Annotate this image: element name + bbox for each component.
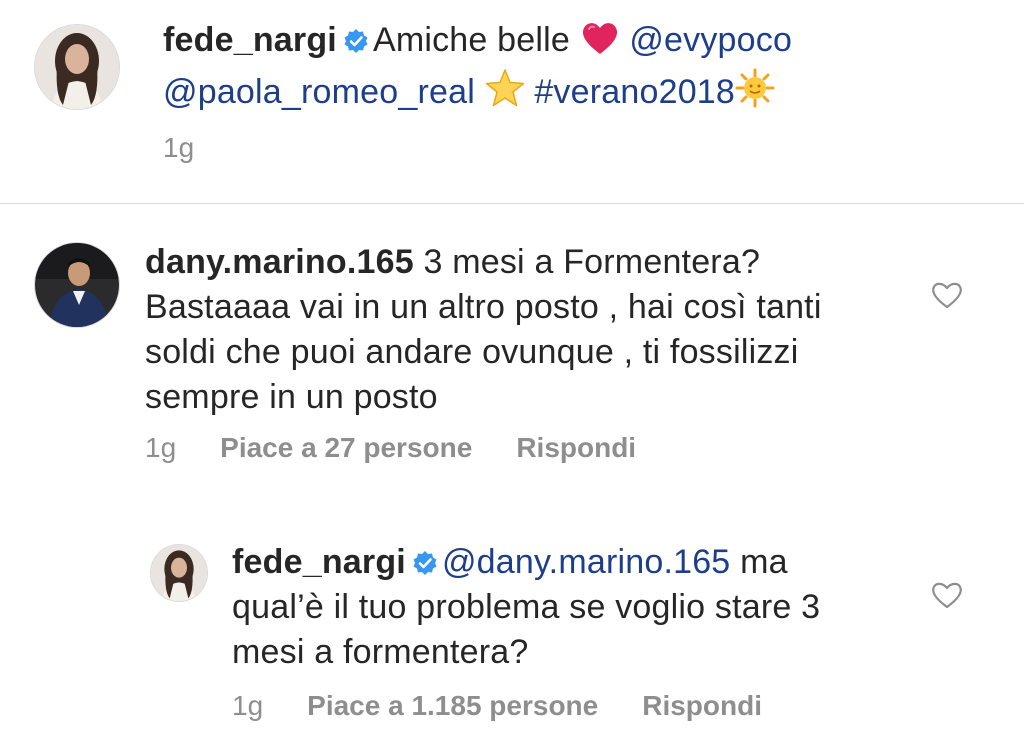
comment-meta: 1g Piace a 27 persone Rispondi: [145, 432, 680, 464]
sun-emoji: [735, 68, 775, 120]
verified-badge-icon: [343, 21, 369, 53]
comment-username[interactable]: dany.marino.165: [145, 243, 414, 281]
comment-time: 1g: [145, 432, 177, 463]
reply-line-2: qual’è il tuo problema se voglio stare 3: [232, 588, 821, 626]
comment-line-4: sempre in un posto: [145, 378, 438, 416]
avatar-man-icon: [35, 243, 119, 327]
reply-username[interactable]: fede_nargi: [232, 543, 406, 581]
reply-meta: 1g Piace a 1.185 persone Rispondi: [232, 690, 806, 722]
comment-text: dany.marino.165 3 mesi a Formentera? Bas…: [145, 240, 925, 420]
divider: [0, 203, 1024, 204]
avatar-woman-icon: [151, 545, 207, 601]
hashtag-verano2018[interactable]: #verano2018: [534, 73, 735, 111]
caption-meta: 1g: [163, 132, 238, 164]
comment-like-heart-icon[interactable]: [930, 280, 964, 310]
caption-text: fede_nargi Amiche belle @evypoco @paola_r…: [163, 18, 1003, 120]
reply-avatar[interactable]: [150, 544, 208, 602]
reply-text: fede_nargi @dany.marino.165 ma qual’è il …: [232, 540, 922, 675]
reply-time: 1g: [232, 690, 264, 721]
caption-text-1: Amiche belle: [372, 21, 571, 59]
comment-reply-button[interactable]: Rispondi: [516, 432, 636, 463]
caption-time: 1g: [163, 132, 195, 163]
comment-line-1: 3 mesi a Formentera?: [423, 243, 761, 281]
reply-line-3: mesi a formentera?: [232, 633, 529, 671]
reply-reply-button[interactable]: Rispondi: [642, 690, 762, 721]
verified-badge-icon: [412, 543, 438, 575]
mention-dany-marino-165[interactable]: @dany.marino.165: [442, 543, 730, 581]
caption-username[interactable]: fede_nargi: [163, 21, 337, 59]
mention-paola-romeo-real[interactable]: @paola_romeo_real: [163, 73, 475, 111]
reply-like-heart-icon[interactable]: [930, 580, 964, 610]
comment-line-2: Bastaaaa vai in un altro posto , hai cos…: [145, 288, 822, 326]
comment-avatar[interactable]: [34, 242, 120, 328]
caption-avatar[interactable]: [34, 24, 120, 110]
mention-evypoco[interactable]: @evypoco: [629, 21, 792, 59]
red-heart-emoji: [580, 20, 620, 68]
avatar-woman-icon: [35, 25, 119, 109]
reply-line-1-tail: ma: [740, 543, 788, 581]
comment-likes-link[interactable]: Piace a 27 persone: [220, 432, 472, 463]
reply-likes-link[interactable]: Piace a 1.185 persone: [307, 690, 598, 721]
comment-line-3: soldi che puoi andare ovunque , ti fossi…: [145, 333, 799, 371]
star-emoji: [485, 68, 525, 120]
